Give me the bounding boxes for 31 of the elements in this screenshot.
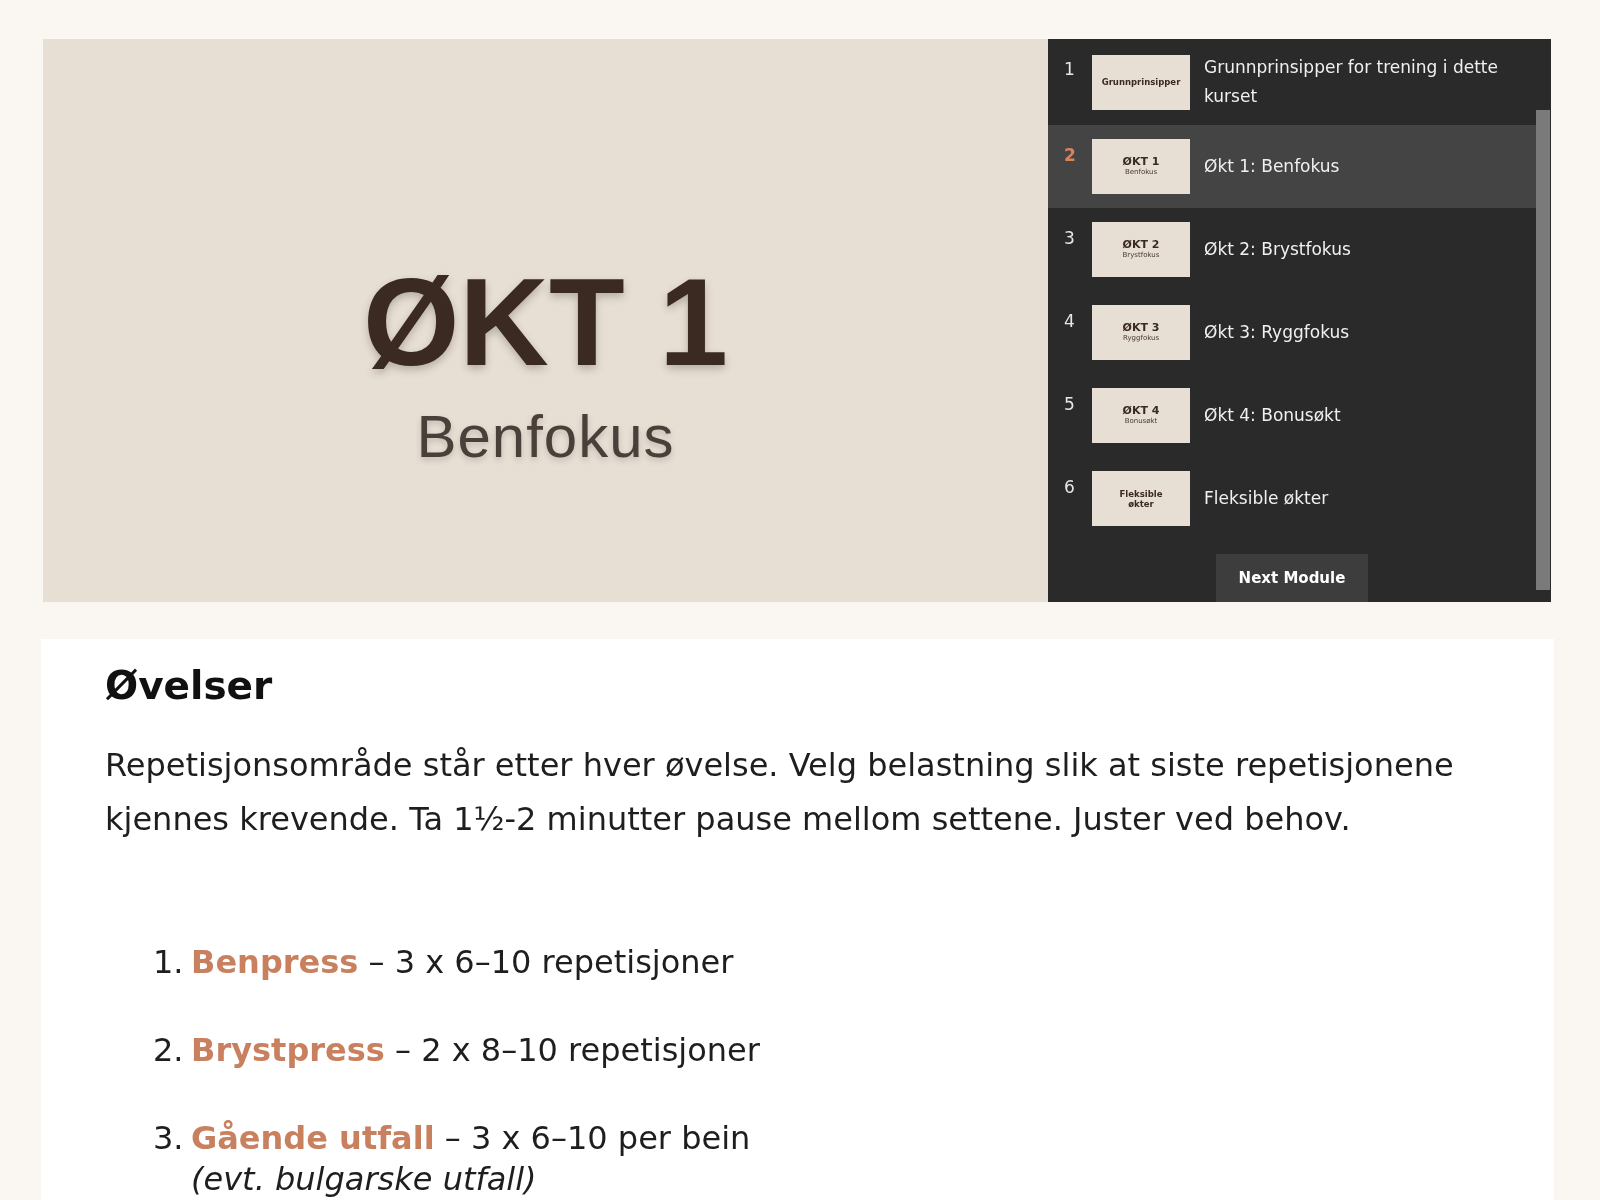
thumbnail-title: ØKT 1: [1122, 156, 1160, 168]
slide-title: ØKT 1: [362, 259, 729, 384]
scrollbar-thumb[interactable]: [1536, 110, 1550, 590]
item-number: 4: [1064, 311, 1076, 331]
list-number: 2.: [153, 1030, 185, 1071]
thumbnail-title: Fleksible økter: [1118, 488, 1164, 509]
lesson-title: Økt 4: Bonusøkt: [1204, 404, 1341, 427]
item-number: 3: [1064, 228, 1076, 248]
exercise-item: Gående utfall – 3 x 6–10 per bein: [191, 1118, 751, 1159]
exercise-note: (evt. bulgarske utfall): [191, 1161, 537, 1197]
lesson-title: Økt 1: Benfokus: [1204, 155, 1340, 178]
item-number: 6: [1064, 477, 1076, 497]
lesson-title: Grunnprinsipper for trening i dette kurset: [1204, 56, 1499, 108]
exercise-item: Benpress – 3 x 6–10 repetisjoner: [191, 942, 734, 983]
slide-subtitle: Benfokus: [416, 403, 675, 470]
item-number: 1: [1064, 59, 1076, 79]
next-module-button[interactable]: Next Module: [1216, 554, 1368, 602]
item-number: 5: [1064, 394, 1076, 414]
section-heading: Øvelser: [105, 662, 273, 709]
item-number: 2: [1064, 145, 1077, 165]
thumbnail-title: Grunnprinsipper: [1101, 77, 1181, 87]
list-number: 3.: [153, 1118, 185, 1159]
list-number: 1.: [153, 942, 185, 983]
lesson-title: Fleksible økter: [1204, 487, 1329, 510]
thumbnail-title: ØKT 2: [1122, 239, 1160, 251]
intro-paragraph: Repetisjonsområde står etter hver øvelse. Velg belastning slik at siste repetisjonene kjennes krevende. Ta 1½-2 minutter pause mellom settene. Juster ved behov.: [105, 745, 1455, 840]
thumbnail-title: ØKT 3: [1122, 322, 1160, 334]
exercise-item: Brystpress – 2 x 8–10 repetisjoner: [191, 1030, 760, 1071]
lesson-title: Økt 3: Ryggfokus: [1204, 321, 1350, 344]
lesson-title: Økt 2: Brystfokus: [1204, 238, 1351, 261]
thumbnail-title: ØKT 4: [1122, 405, 1160, 417]
